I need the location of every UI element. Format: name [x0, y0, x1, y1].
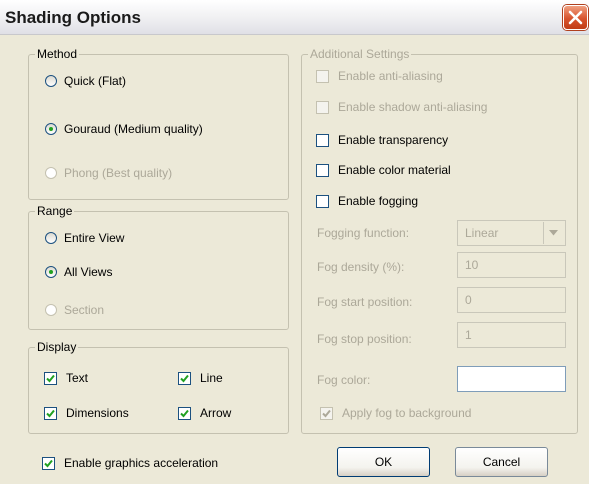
checkbox — [316, 69, 329, 83]
range-section-radio[interactable]: Section — [45, 302, 104, 318]
fog-density-label: Fog density (%): — [317, 260, 405, 274]
display-text-checkbox[interactable]: Text — [44, 370, 88, 386]
radio-selected-dot — [49, 270, 53, 274]
transparency-label: Enable transparency — [338, 133, 449, 147]
fogging-function-value: Linear — [465, 226, 499, 240]
range-all-views-label: All Views — [64, 265, 113, 279]
fog-stop-position-label: Fog stop position: — [317, 332, 412, 346]
checkbox — [178, 406, 191, 420]
radio-selected-dot — [49, 127, 53, 131]
apply-fog-background-label: Apply fog to background — [342, 406, 472, 420]
method-gouraud-label: Gouraud (Medium quality) — [64, 122, 203, 136]
shadow-anti-aliasing-label: Enable shadow anti-aliasing — [338, 100, 488, 114]
fog-start-position-input[interactable]: 0 — [457, 287, 566, 313]
color-material-checkbox[interactable]: Enable color material — [316, 162, 451, 178]
radio-button — [45, 232, 57, 244]
fogging-function-label: Fogging function: — [317, 226, 410, 240]
check-mark-icon — [44, 459, 53, 467]
fogging-checkbox[interactable]: Enable fogging — [316, 193, 418, 209]
fog-color-swatch[interactable] — [457, 366, 566, 392]
anti-aliasing-label: Enable anti-aliasing — [338, 69, 443, 83]
anti-aliasing-checkbox[interactable]: Enable anti-aliasing — [316, 68, 443, 84]
method-phong-label: Phong (Best quality) — [64, 166, 173, 180]
chevron-down-icon — [549, 230, 558, 236]
graphics-acceleration-label: Enable graphics acceleration — [64, 456, 219, 470]
checkbox — [316, 133, 329, 147]
radio-button — [45, 304, 57, 316]
fog-density-value: 10 — [465, 258, 479, 272]
display-line-label: Line — [200, 371, 223, 385]
checkbox — [316, 194, 329, 208]
check-mark-icon — [180, 409, 189, 417]
transparency-checkbox[interactable]: Enable transparency — [316, 132, 448, 148]
fog-stop-position-input[interactable]: 1 — [457, 322, 566, 348]
method-gouraud-radio[interactable]: Gouraud (Medium quality) — [45, 121, 203, 137]
checkbox — [178, 371, 191, 385]
method-quick-radio[interactable]: Quick (Flat) — [45, 73, 126, 89]
method-legend: Method — [35, 47, 80, 61]
radio-button — [45, 266, 57, 278]
fog-start-position-label: Fog start position: — [317, 295, 413, 309]
display-arrow-label: Arrow — [200, 406, 232, 420]
check-mark-icon — [180, 374, 189, 382]
close-icon — [568, 10, 583, 25]
checkbox — [316, 100, 329, 114]
graphics-acceleration-checkbox[interactable]: Enable graphics acceleration — [42, 455, 218, 471]
method-quick-label: Quick (Flat) — [64, 74, 127, 88]
check-mark-icon — [322, 409, 331, 417]
range-entire-view-radio[interactable]: Entire View — [45, 230, 124, 246]
checkbox — [42, 456, 55, 470]
title-bar[interactable]: Shading Options — [0, 0, 589, 35]
method-phong-radio[interactable]: Phong (Best quality) — [45, 165, 172, 181]
checkbox — [44, 406, 57, 420]
range-entire-view-label: Entire View — [64, 231, 125, 245]
fog-start-position-value: 0 — [465, 293, 472, 307]
check-mark-icon — [46, 374, 55, 382]
radio-button — [45, 123, 57, 135]
shadow-anti-aliasing-checkbox[interactable]: Enable shadow anti-aliasing — [316, 99, 487, 115]
range-all-views-radio[interactable]: All Views — [45, 264, 112, 280]
checkbox — [320, 406, 333, 420]
check-mark-icon — [46, 409, 55, 417]
fogging-label: Enable fogging — [338, 194, 419, 208]
radio-button — [45, 167, 57, 179]
additional-settings-legend: Additional Settings — [308, 47, 412, 61]
close-button[interactable] — [563, 5, 588, 30]
shading-options-dialog: Shading Options Method Quick (Flat) Gour… — [0, 0, 589, 484]
fog-color-label: Fog color: — [317, 373, 371, 387]
ok-button[interactable]: OK — [337, 447, 430, 477]
fog-density-input[interactable]: 10 — [457, 252, 566, 278]
range-legend: Range — [35, 204, 75, 218]
radio-button — [45, 75, 57, 87]
color-material-label: Enable color material — [338, 163, 451, 177]
window-title: Shading Options — [5, 8, 141, 27]
display-legend: Display — [35, 340, 79, 354]
checkbox — [316, 163, 329, 177]
cancel-button[interactable]: Cancel — [455, 447, 548, 477]
dropdown-arrow-button[interactable] — [543, 222, 564, 244]
display-line-checkbox[interactable]: Line — [178, 370, 223, 386]
apply-fog-background-checkbox[interactable]: Apply fog to background — [320, 405, 471, 421]
display-dimensions-label: Dimensions — [66, 406, 129, 420]
display-dimensions-checkbox[interactable]: Dimensions — [44, 405, 129, 421]
display-text-label: Text — [66, 371, 89, 385]
fogging-function-dropdown[interactable]: Linear — [457, 220, 566, 246]
fog-stop-position-value: 1 — [465, 328, 472, 342]
range-section-label: Section — [64, 303, 105, 317]
display-arrow-checkbox[interactable]: Arrow — [178, 405, 231, 421]
checkbox — [44, 371, 57, 385]
